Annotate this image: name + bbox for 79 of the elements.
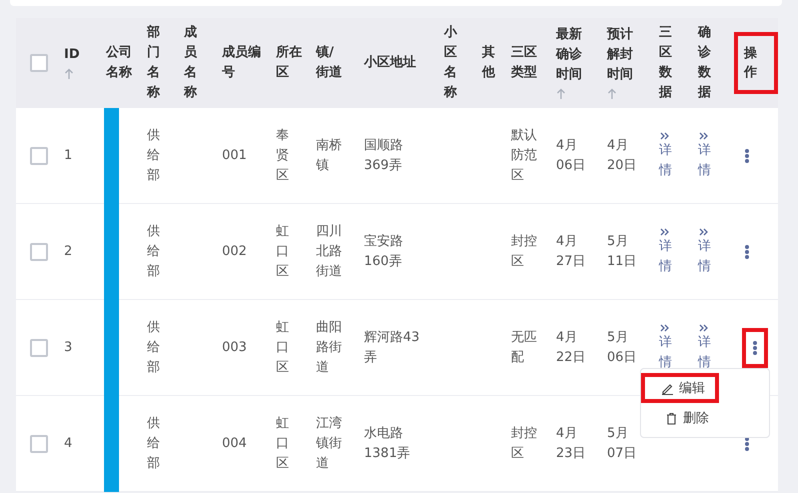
column-header: 三区数据: [659, 24, 673, 102]
district-cell-text: 虹口区: [276, 414, 290, 472]
zone-type-cell-text: 封控区: [511, 232, 538, 270]
district-cell-text: 虹口区: [276, 222, 290, 280]
id-cell-text: 4: [64, 434, 74, 452]
sort-arrow-icon[interactable]: [607, 88, 617, 100]
row-checkbox[interactable]: [30, 434, 48, 452]
sort-arrow-icon[interactable]: [556, 88, 566, 100]
date-cell-text: 5月07日: [607, 424, 637, 462]
date-cell-text: 4月27日: [556, 232, 586, 270]
double-chevron-icon: [659, 322, 671, 332]
details-link[interactable]: 详情: [698, 322, 712, 372]
id-cell-text: 2: [64, 242, 74, 260]
district-cell-text: 虹口区: [276, 318, 290, 376]
column-header: 其他: [482, 44, 496, 82]
trash-icon: [665, 412, 678, 424]
date-cell-text: 5月06日: [607, 328, 637, 366]
column-header: 最新确诊时间: [556, 26, 583, 84]
date-cell-text: 4月20日: [607, 136, 637, 174]
pencil-icon: [661, 382, 674, 394]
street-cell-text: 南桥镇: [316, 136, 343, 174]
column-header: 三区类型: [511, 44, 538, 82]
member-number-cell-text: 003: [222, 338, 248, 356]
column-header: 成员编号: [222, 44, 262, 82]
column-header: 公司名称: [106, 44, 133, 82]
kebab-icon: [744, 436, 750, 452]
double-chevron-icon: [698, 226, 710, 236]
row-checkbox[interactable]: [30, 242, 48, 260]
column-header: 小区名称: [444, 24, 458, 102]
details-link[interactable]: 详情: [698, 226, 712, 276]
department-cell-text: 供给部: [147, 414, 161, 472]
department-cell-text: 供给部: [147, 126, 161, 184]
member-number-cell-text: 001: [222, 146, 248, 164]
column-header: 预计解封时间: [607, 26, 634, 84]
details-link[interactable]: 详情: [659, 130, 673, 180]
date-cell-text: 5月11日: [607, 232, 637, 270]
sort-arrow-icon[interactable]: [64, 68, 74, 80]
kebab-icon: [744, 244, 750, 260]
row-checkbox[interactable]: [30, 338, 48, 356]
details-link[interactable]: 详情: [698, 130, 712, 180]
street-cell-text: 曲阳路街道: [316, 318, 343, 376]
id-cell-text: 3: [64, 338, 74, 356]
kebab-icon: [752, 340, 758, 356]
menu-item[interactable]: 编辑: [641, 373, 719, 403]
street-cell-text: 四川北路街道: [316, 222, 343, 280]
member-number-cell-text: 002: [222, 242, 248, 260]
column-header: 操作: [744, 44, 758, 82]
zone-type-cell-text: 无匹配: [511, 328, 538, 366]
date-cell-text: 4月06日: [556, 136, 586, 174]
district-cell-text: 奉贤区: [276, 126, 290, 184]
address-cell-text: 辉河路43弄: [364, 328, 421, 366]
column-header: ID: [64, 46, 80, 64]
member-number-cell-text: 004: [222, 434, 248, 452]
column-header: 所在区: [276, 44, 303, 82]
double-chevron-icon: [659, 130, 671, 140]
street-cell-text: 江湾镇街道: [316, 414, 343, 472]
row-checkbox[interactable]: [30, 146, 48, 164]
double-chevron-icon: [698, 130, 710, 140]
column-header: 确诊数据: [698, 24, 712, 102]
column-header: 镇/街道: [316, 44, 343, 82]
double-chevron-icon: [659, 226, 671, 236]
zone-type-cell-text: 默认防范区: [511, 126, 538, 184]
id-cell-text: 1: [64, 146, 74, 164]
column-header: 成员名称: [184, 24, 198, 102]
date-cell-text: 4月22日: [556, 328, 586, 366]
address-cell-text: 国顺路369弄: [364, 136, 404, 174]
select-all-checkbox[interactable]: [30, 54, 48, 72]
department-cell-text: 供给部: [147, 318, 161, 376]
column-header: 小区地址: [364, 54, 417, 72]
details-link[interactable]: 详情: [659, 322, 673, 372]
kebab-icon: [744, 148, 750, 164]
zone-type-cell-text: 封控区: [511, 424, 538, 462]
address-cell-text: 宝安路160弄: [364, 232, 404, 270]
department-cell-text: 供给部: [147, 222, 161, 280]
address-cell-text: 水电路1381弄: [364, 424, 412, 462]
column-header: 部门名称: [147, 24, 161, 102]
double-chevron-icon: [698, 322, 710, 332]
date-cell-text: 4月23日: [556, 424, 586, 462]
details-link[interactable]: 详情: [659, 226, 673, 276]
